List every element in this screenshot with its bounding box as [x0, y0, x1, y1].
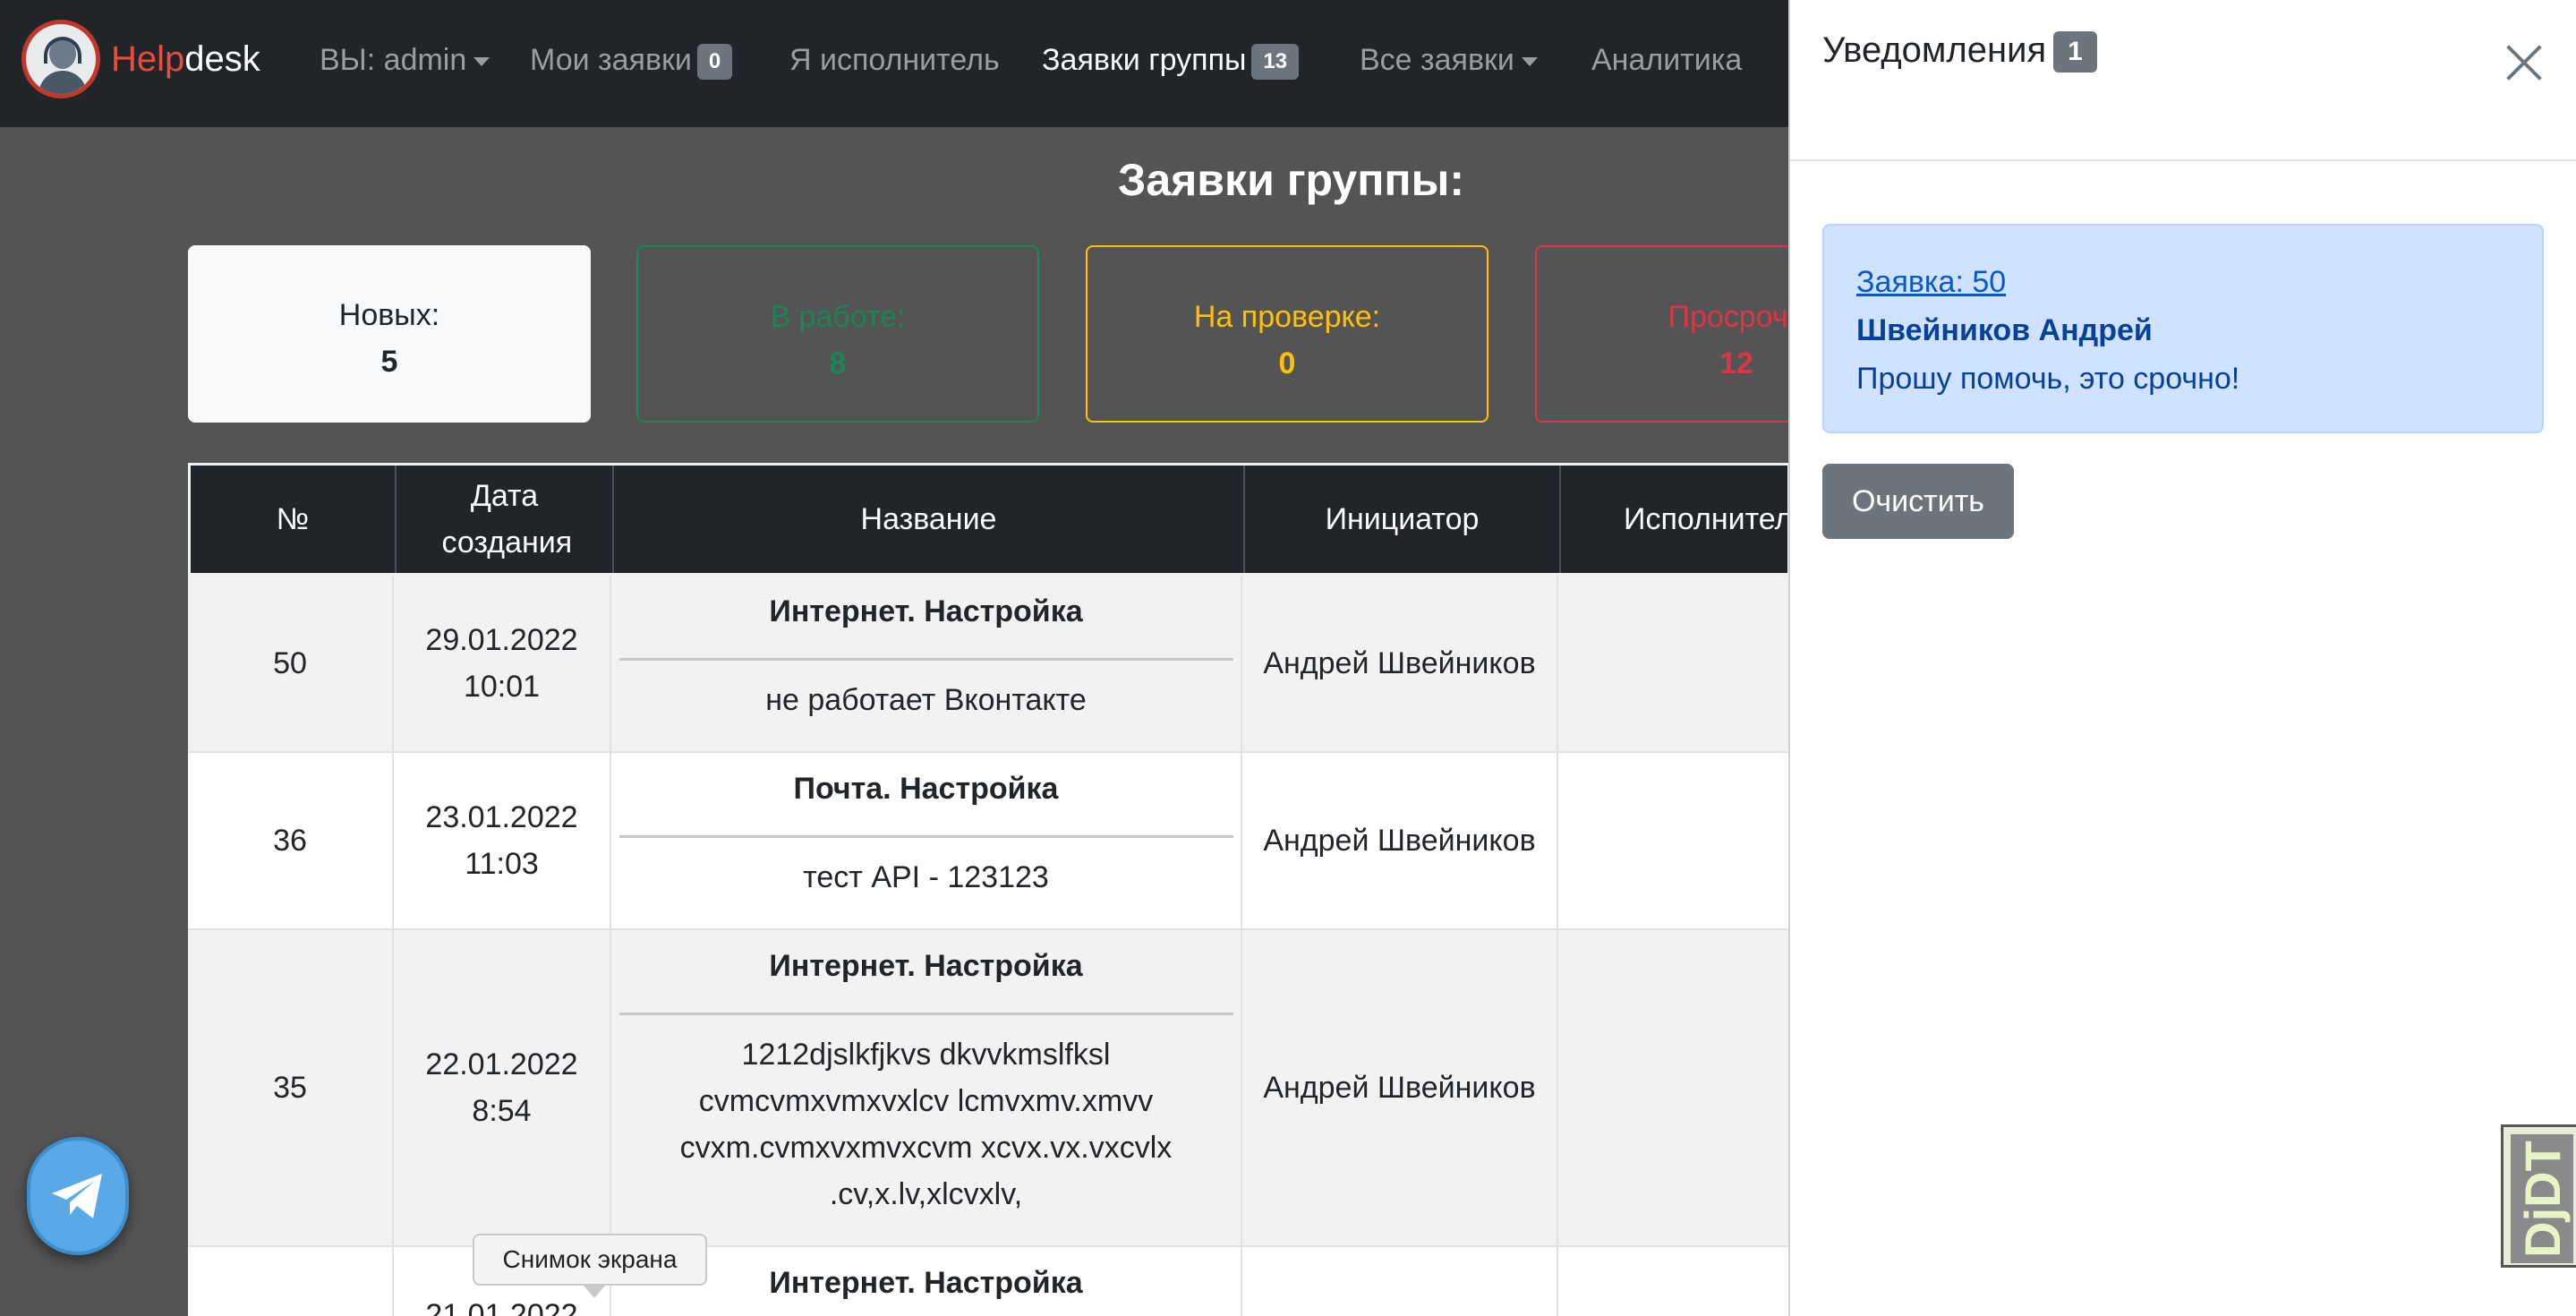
column-header-executor-label: Исполнител	[1624, 502, 1793, 536]
divider	[618, 1013, 1233, 1015]
column-header-date-label: Дата создания	[441, 479, 573, 560]
count-badge: 13	[1251, 44, 1300, 81]
notifications-title: Уведомления 1	[1822, 30, 2097, 73]
stat-label: Новых:	[338, 298, 440, 332]
notification-alert: Заявка: 50 Швейников Андрей Прошу помочь…	[1822, 224, 2544, 433]
chevron-down-icon	[473, 57, 490, 67]
screenshot-tooltip: Снимок экрана	[473, 1234, 707, 1298]
cell-title: Интернет. Настройка не работает Вконтакт…	[611, 576, 1242, 751]
cell-executor	[1558, 1247, 1790, 1316]
telegram-button[interactable]	[27, 1137, 129, 1255]
request-title[interactable]: Интернет. Настройка	[769, 1260, 1082, 1306]
column-header-initiator[interactable]: Инициатор	[1245, 466, 1561, 573]
cell-title: Почта. Настройка тест API - 123123	[611, 753, 1242, 928]
clear-button[interactable]: Очистить	[1822, 464, 2014, 539]
divider	[618, 658, 1233, 661]
request-title[interactable]: Интернет. Настройка	[769, 588, 1082, 635]
cell-number: 50	[188, 576, 394, 751]
cell-title: Интернет. Настройка 1212djslkfjkvs dkvvk…	[611, 930, 1242, 1245]
request-description: не работает Вконтакте	[765, 683, 1087, 717]
stat-value: 5	[380, 345, 398, 379]
nav-i-executor[interactable]: Я исполнитель	[789, 39, 1000, 81]
cell-date-day: 21.01.2022	[425, 1298, 578, 1316]
notification-message: Прошу помочь, это срочно!	[1856, 362, 2240, 396]
cell-initiator: Андрей Швейников	[1242, 753, 1558, 928]
table-row[interactable]: 50 29.01.2022 10:01 Интернет. Настройка …	[188, 576, 1790, 753]
nav-all-requests-label: Все заявки	[1360, 43, 1514, 77]
cell-executor	[1558, 576, 1790, 751]
stat-card-new[interactable]: Новых: 5	[188, 245, 591, 423]
stat-card-review[interactable]: На проверке: 0	[1086, 245, 1488, 423]
stat-value: 8	[829, 346, 847, 380]
cell-initiator: Андрей Швейников	[1242, 930, 1558, 1245]
page-title: Заявки группы:	[1118, 155, 1464, 205]
cell-initiator: Андрей Швейников	[1242, 576, 1558, 751]
request-title[interactable]: Почта. Настройка	[794, 765, 1059, 812]
request-description: тест API - 123123	[803, 860, 1049, 894]
nav-group-requests[interactable]: Заявки группы 13	[1042, 39, 1300, 81]
djdt-toolbar-handle[interactable]: DjDT	[2501, 1124, 2576, 1268]
notifications-count-badge: 1	[2053, 31, 2097, 73]
brand-logo	[21, 20, 100, 98]
notification-author: Швейников Андрей	[1856, 313, 2153, 347]
nav-user-label: ВЫ: admin	[320, 43, 467, 77]
djdt-inner: DjDT	[2511, 1134, 2573, 1263]
notifications-header: Уведомления 1	[1790, 0, 2576, 161]
table-row[interactable]: 21.01.2022 Интернет. Настройка	[188, 1247, 1790, 1316]
column-header-title[interactable]: Название	[614, 466, 1245, 573]
notification-request-link[interactable]: Заявка: 50	[1856, 265, 2006, 299]
stat-value: 0	[1278, 346, 1296, 380]
table-header: № Дата создания Название Инициатор Испол…	[188, 463, 1793, 576]
notifications-title-label: Уведомления	[1822, 30, 2047, 70]
count-badge: 0	[696, 44, 733, 81]
cell-date-time: 10:01	[463, 670, 541, 704]
nav-group-requests-label: Заявки группы	[1042, 43, 1247, 77]
column-header-date[interactable]: Дата создания	[397, 466, 614, 573]
nav-all-requests[interactable]: Все заявки	[1360, 39, 1538, 81]
nav-my-requests-label: Мои заявки	[530, 43, 692, 77]
telegram-icon	[52, 1174, 102, 1218]
djdt-label: DjDT	[2513, 1140, 2571, 1258]
nav-analytics-label: Аналитика	[1591, 43, 1743, 77]
column-header-executor[interactable]: Исполнител	[1561, 466, 1793, 573]
cell-date-time: 11:03	[465, 847, 539, 881]
nav-my-requests[interactable]: Мои заявки 0	[530, 39, 733, 81]
brand-name: Helpdesk	[111, 39, 260, 79]
cell-date-day: 23.01.2022	[425, 800, 578, 834]
cell-date: 23.01.2022 11:03	[394, 753, 611, 928]
stat-label: В работе:	[770, 300, 906, 334]
chevron-down-icon	[1521, 57, 1538, 67]
request-description: 1212djslkfjkvs dkvvkmslfksl cvmcvmxvmxvx…	[679, 1038, 1173, 1211]
nav-user-menu[interactable]: ВЫ: admin	[320, 39, 490, 81]
stat-card-in-work[interactable]: В работе: 8	[636, 245, 1039, 423]
cell-date-day: 29.01.2022	[425, 623, 578, 657]
table-row[interactable]: 36 23.01.2022 11:03 Почта. Настройка тес…	[188, 753, 1790, 930]
cell-number: 35	[188, 930, 394, 1245]
cell-number: 36	[188, 753, 394, 928]
cell-date-day: 22.01.2022	[425, 1047, 578, 1081]
nav-analytics[interactable]: Аналитика	[1591, 39, 1742, 81]
close-icon[interactable]	[2501, 39, 2546, 84]
cell-executor	[1558, 753, 1790, 928]
cell-date: 29.01.2022 10:01	[394, 576, 611, 751]
column-header-number[interactable]: №	[191, 466, 397, 573]
cell-date: 22.01.2022 8:54	[394, 930, 611, 1245]
brand-link[interactable]: Helpdesk	[21, 20, 260, 98]
cell-number	[188, 1247, 394, 1316]
nav-i-executor-label: Я исполнитель	[789, 43, 1000, 77]
table-row[interactable]: 35 22.01.2022 8:54 Интернет. Настройка 1…	[188, 930, 1790, 1247]
stat-label: На проверке:	[1193, 300, 1381, 334]
cell-date-time: 8:54	[472, 1094, 532, 1128]
request-title[interactable]: Интернет. Настройка	[769, 943, 1082, 989]
cell-initiator	[1242, 1247, 1558, 1316]
notifications-panel: Уведомления 1 Заявка: 50 Швейников Андрей…	[1788, 0, 2576, 1316]
cell-executor	[1558, 930, 1790, 1245]
divider	[618, 835, 1233, 838]
